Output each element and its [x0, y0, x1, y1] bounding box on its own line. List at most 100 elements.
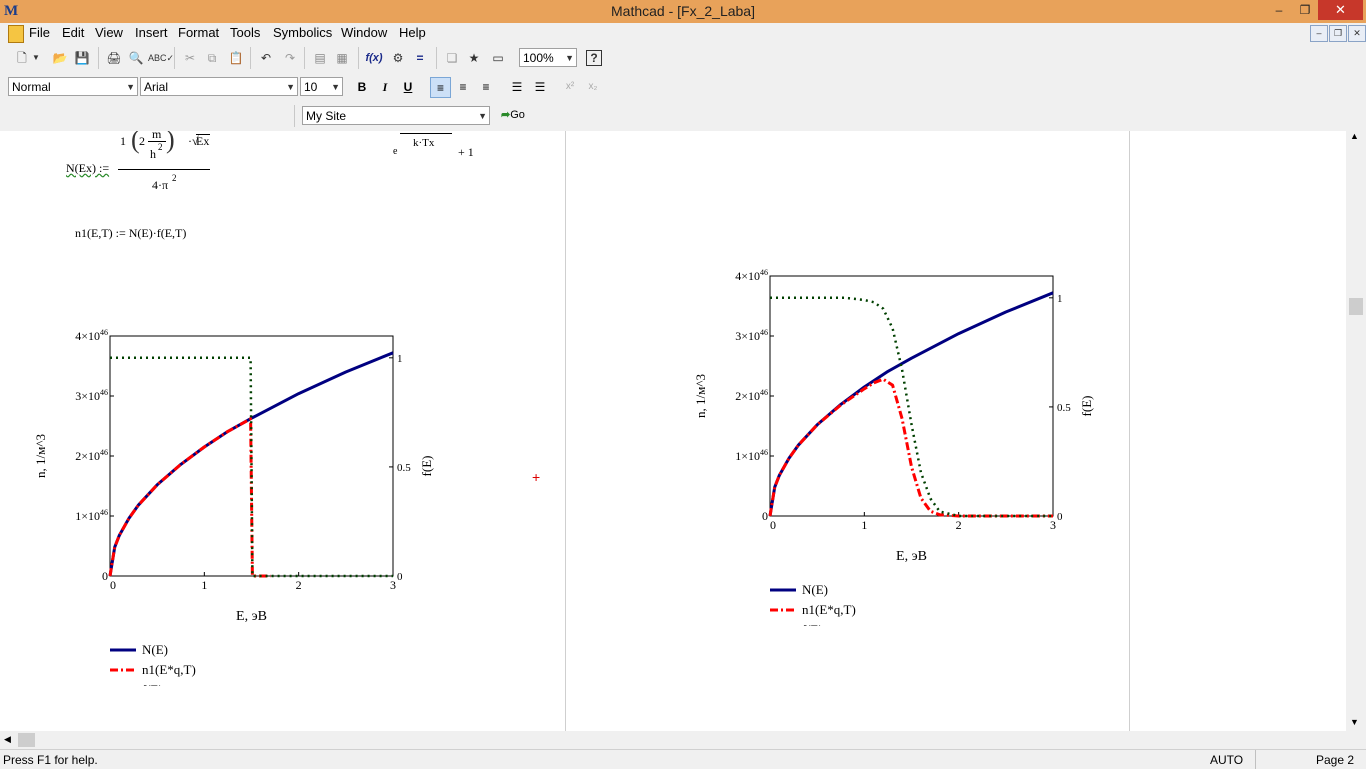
- style-select[interactable]: Normal ▼: [8, 77, 138, 96]
- menu-tools[interactable]: Tools: [230, 23, 260, 44]
- status-help-text: Press F1 for help.: [3, 753, 98, 767]
- scroll-left-icon[interactable]: ◀: [4, 734, 11, 745]
- title-bar: Mathcad - [Fx_2_Laba] M – ❐ ✕: [0, 0, 1366, 23]
- separator: [98, 47, 99, 69]
- window-icon[interactable]: ▭: [488, 48, 508, 68]
- menu-window[interactable]: Window: [341, 23, 387, 44]
- paren-right: ): [166, 131, 175, 154]
- x-tick-label: 0: [770, 518, 776, 532]
- help-icon[interactable]: ?: [586, 50, 602, 66]
- document-icon[interactable]: [8, 25, 24, 43]
- superscript-icon[interactable]: x²: [560, 77, 580, 97]
- print-icon[interactable]: 🖨: [104, 48, 124, 68]
- copy-icon[interactable]: ⧉: [202, 48, 222, 68]
- scroll-down-icon[interactable]: ▼: [1350, 717, 1359, 727]
- menu-format[interactable]: Format: [178, 23, 219, 44]
- x-tick-label: 1: [861, 518, 867, 532]
- menu-symbolics[interactable]: Symbolics: [273, 23, 332, 44]
- go-button[interactable]: ➦Go: [501, 106, 525, 125]
- y2-tick-label: 0: [1057, 511, 1063, 523]
- f-denominator-e: e: [393, 146, 398, 157]
- new-dropdown-icon[interactable]: ▼: [30, 48, 42, 68]
- spellcheck-icon[interactable]: ABC✓: [148, 48, 174, 68]
- align-center-button[interactable]: ≡: [453, 77, 473, 97]
- vertical-scrollbar[interactable]: ▲ ▼: [1346, 131, 1366, 731]
- component-icon[interactable]: ❏: [442, 48, 462, 68]
- menu-help[interactable]: Help: [399, 23, 426, 44]
- horizontal-scroll-thumb[interactable]: [18, 733, 35, 747]
- font-size-select[interactable]: 10 ▼: [300, 77, 343, 96]
- y-tick-label: 4×1046: [735, 268, 768, 283]
- align-top-icon[interactable]: ▤: [310, 48, 330, 68]
- underline-button[interactable]: U: [398, 77, 418, 97]
- y2-axis-label: f(E): [1079, 396, 1094, 417]
- go-arrow-icon: ➦: [501, 109, 511, 121]
- horizontal-scrollbar[interactable]: ◀: [0, 731, 1346, 749]
- numbered-list-icon[interactable]: ☰: [530, 77, 550, 97]
- y-tick-label: 4×1046: [75, 328, 108, 343]
- y-tick-label: 1×1046: [75, 508, 108, 523]
- scroll-up-icon[interactable]: ▲: [1350, 131, 1359, 141]
- n-numerator-two: 2: [139, 134, 145, 148]
- align-right-button[interactable]: ≡: [476, 77, 496, 97]
- app-logo: M: [4, 3, 19, 19]
- calculate-icon[interactable]: =: [410, 48, 430, 68]
- italic-button[interactable]: I: [375, 77, 395, 97]
- separator: [358, 47, 359, 69]
- legend-label: f(E): [142, 682, 163, 686]
- redo-icon[interactable]: ↷: [280, 48, 300, 68]
- undo-icon[interactable]: ↶: [256, 48, 276, 68]
- series-n1-line: [108, 417, 271, 578]
- new-icon[interactable]: 🗋: [12, 48, 32, 68]
- series-n-line: [768, 291, 1054, 517]
- save-icon[interactable]: 💾: [72, 48, 92, 68]
- web-toolbar: [0, 102, 1366, 131]
- doc-minimize-button[interactable]: –: [1310, 25, 1328, 42]
- align-down-icon[interactable]: ▦: [332, 48, 352, 68]
- n1-definition[interactable]: n1(E,T) := N(E)·f(E,T): [75, 226, 186, 241]
- print-preview-icon[interactable]: 🔍: [126, 48, 146, 68]
- doc-close-button[interactable]: ✕: [1348, 25, 1366, 42]
- insert-unit-icon[interactable]: ⚙: [388, 48, 408, 68]
- url-select[interactable]: My Site ▼: [302, 106, 490, 125]
- subscript-icon[interactable]: x₂: [583, 77, 603, 97]
- plot-2[interactable]: 0 1 2 301×10462×10463×10464×104600.51E, эBn…: [690, 246, 1140, 626]
- y-tick-label: 2×1046: [75, 448, 108, 463]
- legend-label: f(E): [802, 622, 823, 626]
- doc-restore-button[interactable]: ❐: [1329, 25, 1347, 42]
- menu-view[interactable]: View: [95, 23, 123, 44]
- maximize-button[interactable]: ❐: [1292, 0, 1318, 20]
- align-left-button[interactable]: ≡: [430, 77, 451, 98]
- close-button[interactable]: ✕: [1318, 0, 1363, 20]
- separator: [304, 47, 305, 69]
- vertical-scroll-thumb[interactable]: [1349, 298, 1363, 315]
- series-f-line: [770, 296, 1053, 518]
- font-select[interactable]: Arial ▼: [140, 77, 298, 96]
- y-tick-label: 3×1046: [735, 328, 768, 343]
- f-denominator-plus: + 1: [458, 145, 474, 159]
- legend-label: N(E): [802, 582, 828, 597]
- open-icon[interactable]: 📂: [50, 48, 70, 68]
- paste-icon[interactable]: 📋: [226, 48, 246, 68]
- n-function-lhs[interactable]: N(Ex) :=: [66, 161, 109, 176]
- y-tick-label: 1×1046: [735, 448, 768, 463]
- status-page: Page 2: [1316, 753, 1355, 767]
- x-tick-label: 1: [201, 578, 207, 592]
- bold-button[interactable]: B: [352, 77, 372, 97]
- worksheet[interactable]: N(Ex) := 1 ( 2 m h 2 ) 2 ·√ Ex 4·π 2 e k…: [0, 131, 1346, 731]
- cut-icon[interactable]: ✂: [180, 48, 200, 68]
- series-n1-line: [768, 377, 1053, 518]
- separator: [174, 47, 175, 69]
- menu-insert[interactable]: Insert: [135, 23, 168, 44]
- bullet-list-icon[interactable]: ☰: [507, 77, 527, 97]
- chevron-down-icon: ▼: [331, 82, 340, 92]
- menu-edit[interactable]: Edit: [62, 23, 84, 44]
- plot-1[interactable]: 0 1 2 301×10462×10463×10464×104600.51E, эBn…: [30, 306, 480, 686]
- menu-file[interactable]: File: [29, 23, 50, 44]
- resource-center-icon[interactable]: ★: [464, 48, 484, 68]
- minimize-button[interactable]: –: [1266, 0, 1292, 20]
- insert-function-icon[interactable]: f(x): [364, 48, 384, 68]
- y2-tick-label: 0: [397, 571, 403, 583]
- n-numerator-ex: Ex: [196, 134, 210, 148]
- zoom-select[interactable]: 100% ▼: [519, 48, 577, 67]
